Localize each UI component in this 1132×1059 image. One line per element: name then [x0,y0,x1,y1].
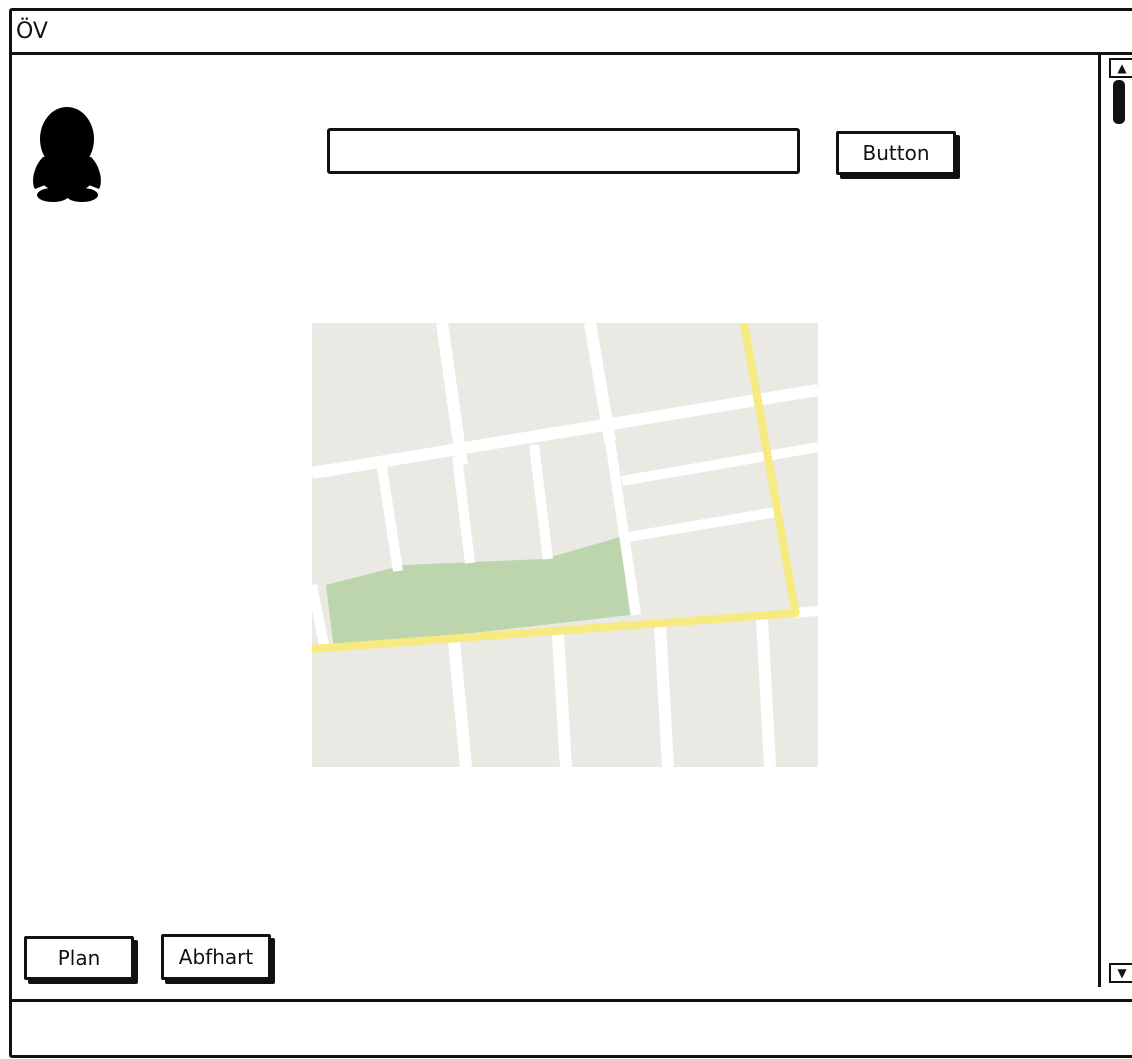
title-bar: ÖV [12,11,1132,55]
plan-button[interactable]: Plan [24,936,134,980]
scroll-down-arrow-icon[interactable]: ▼ [1109,963,1132,983]
penguin-avatar-icon [33,107,101,202]
map-view[interactable] [312,323,818,767]
search-input[interactable] [327,128,800,174]
scroll-up-arrow-icon[interactable]: ▲ [1109,58,1132,78]
scroll-thumb[interactable] [1113,80,1125,124]
status-bar [12,999,1132,1059]
window-title: ÖV [16,19,48,44]
vertical-scrollbar[interactable]: ▲ ▼ [1098,55,1132,987]
header-button[interactable]: Button [836,131,956,175]
abfahrt-button[interactable]: Abfhart [161,934,271,980]
